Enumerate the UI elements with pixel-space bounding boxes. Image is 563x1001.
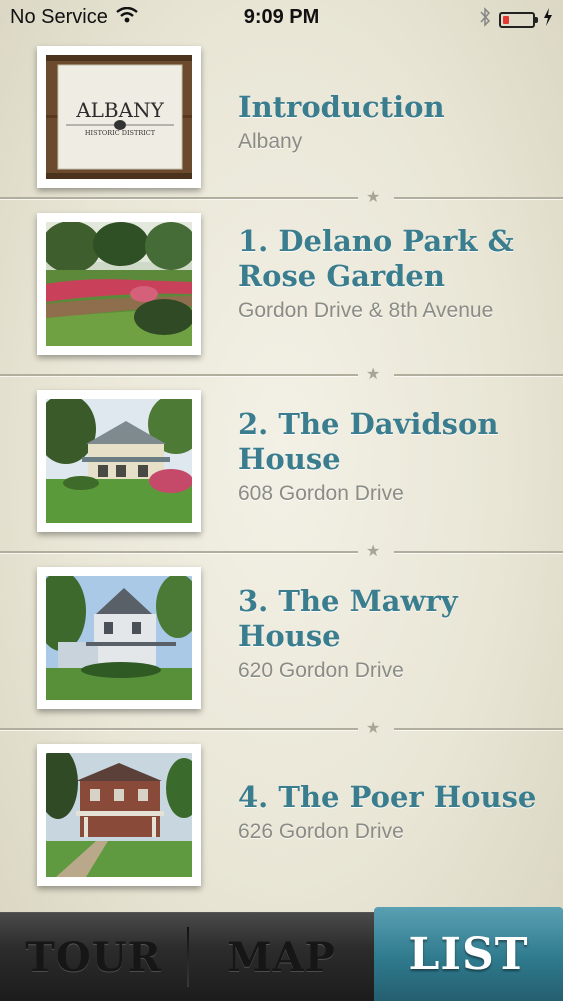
stop-text: 2. The Davidson House 608 Gordon Drive (238, 407, 543, 507)
logo-name: ALBANY (75, 98, 164, 122)
row-divider: ★ (0, 720, 563, 737)
stop-title: 2. The Davidson House (238, 407, 499, 476)
thumbnail-poer-house (37, 744, 201, 886)
thumbnail-delano-park (37, 213, 201, 355)
thumbnail-davidson-house (37, 390, 201, 532)
stop-text: 3. The Mawry House 620 Gordon Drive (238, 584, 543, 684)
stop-text: Introduction Albany (238, 90, 543, 155)
battery-fill (503, 16, 509, 24)
stop-subtitle: 608 Gordon Drive (238, 482, 404, 505)
house-photo (46, 753, 192, 877)
status-bar: No Service 9:09 PM (0, 0, 563, 36)
stop-subtitle: 626 Gordon Drive (238, 820, 404, 843)
stop-subtitle: Gordon Drive & 8th Avenue (238, 299, 494, 322)
stop-subtitle: Albany (238, 130, 303, 153)
stop-title: Introduction (238, 90, 445, 124)
stop-text: 1. Delano Park & Rose Garden Gordon Driv… (238, 224, 543, 324)
status-right (479, 7, 553, 33)
battery-icon (499, 12, 538, 28)
house-photo (46, 576, 192, 700)
stop-text: 4. The Poer House 626 Gordon Drive (238, 780, 543, 845)
bluetooth-icon (479, 7, 491, 33)
row-divider: ★ (0, 543, 563, 560)
logo-subtitle: HISTORIC DISTRICT (85, 129, 156, 137)
thumbnail-albany-sign: ALBANY HISTORIC DISTRICT (37, 46, 201, 188)
garden-photo (46, 222, 192, 346)
tab-map[interactable]: MAP (189, 913, 374, 1001)
stop-title: 4. The Poer House (238, 780, 537, 814)
list-item[interactable]: 1. Delano Park & Rose Garden Gordon Driv… (0, 204, 563, 383)
list-item[interactable]: ALBANY HISTORIC DISTRICT Introduction Al… (0, 36, 563, 206)
house-photo (46, 399, 192, 523)
stop-title: 1. Delano Park & Rose Garden (238, 224, 514, 293)
charging-icon (543, 8, 553, 32)
list-item[interactable]: 3. The Mawry House 620 Gordon Drive ★ (0, 558, 563, 737)
tab-bar: TOUR MAP LIST (0, 907, 563, 1001)
row-divider: ★ (0, 366, 563, 383)
albany-sign-image: ALBANY HISTORIC DISTRICT (46, 55, 192, 179)
tab-list[interactable]: LIST (374, 907, 563, 1001)
tab-tour[interactable]: TOUR (0, 913, 187, 1001)
tour-stop-list[interactable]: ALBANY HISTORIC DISTRICT Introduction Al… (0, 36, 563, 912)
list-item[interactable]: 2. The Davidson House 608 Gordon Drive ★ (0, 381, 563, 560)
row-divider: ★ (0, 189, 563, 206)
stop-title: 3. The Mawry House (238, 584, 458, 653)
stop-subtitle: 620 Gordon Drive (238, 659, 404, 682)
list-item[interactable]: 4. The Poer House 626 Gordon Drive (0, 735, 563, 912)
thumbnail-mawry-house (37, 567, 201, 709)
